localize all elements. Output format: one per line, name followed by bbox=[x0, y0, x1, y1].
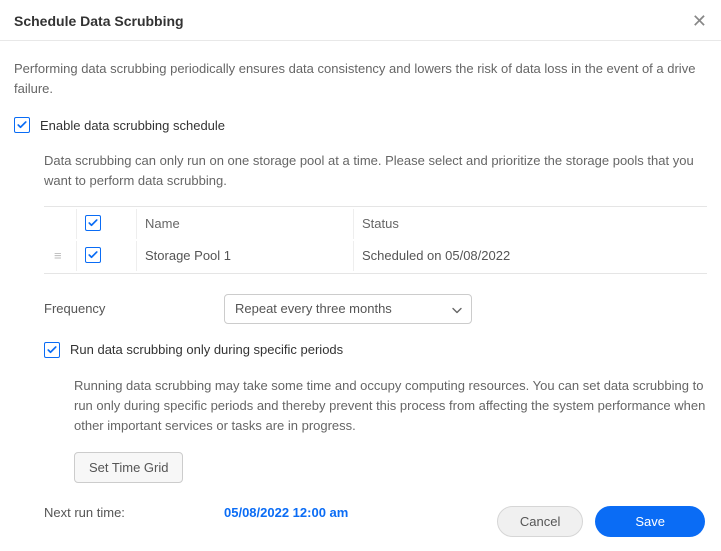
specific-description: Running data scrubbing may take some tim… bbox=[74, 376, 707, 436]
pool-description: Data scrubbing can only run on one stora… bbox=[44, 151, 707, 191]
specific-periods-checkbox[interactable] bbox=[44, 342, 60, 358]
frequency-select[interactable]: Repeat every three months bbox=[224, 294, 472, 324]
storage-pool-table: Name Status ≡ Storage Pool 1 Scheduled o… bbox=[44, 206, 707, 274]
row-status: Scheduled on 05/08/2022 bbox=[353, 241, 705, 271]
enable-schedule-row: Enable data scrubbing schedule bbox=[14, 117, 707, 133]
drag-handle-icon[interactable]: ≡ bbox=[54, 248, 62, 263]
frequency-select-wrapper[interactable]: Repeat every three months bbox=[224, 294, 472, 324]
col-handle-header bbox=[46, 209, 74, 239]
cancel-button[interactable]: Cancel bbox=[497, 506, 583, 537]
set-time-grid-button[interactable]: Set Time Grid bbox=[74, 452, 183, 483]
dialog-footer: Cancel Save bbox=[0, 494, 721, 551]
row-name: Storage Pool 1 bbox=[136, 241, 351, 271]
table-row[interactable]: ≡ Storage Pool 1 Scheduled on 05/08/2022 bbox=[46, 241, 705, 271]
row-checkbox[interactable] bbox=[85, 247, 101, 263]
enable-schedule-checkbox[interactable] bbox=[14, 117, 30, 133]
enable-section: Data scrubbing can only run on one stora… bbox=[14, 151, 707, 520]
frequency-row: Frequency Repeat every three months bbox=[44, 294, 707, 324]
select-all-checkbox[interactable] bbox=[85, 215, 101, 231]
specific-section: Running data scrubbing may take some tim… bbox=[44, 376, 707, 483]
dialog-title: Schedule Data Scrubbing bbox=[14, 13, 184, 29]
frequency-label: Frequency bbox=[44, 301, 224, 316]
enable-schedule-label: Enable data scrubbing schedule bbox=[40, 118, 225, 133]
frequency-value: Repeat every three months bbox=[235, 301, 392, 316]
col-check-header[interactable] bbox=[76, 209, 134, 239]
dialog-body: Performing data scrubbing periodically e… bbox=[0, 41, 721, 530]
save-button[interactable]: Save bbox=[595, 506, 705, 537]
specific-periods-label: Run data scrubbing only during specific … bbox=[70, 342, 343, 357]
col-status-header[interactable]: Status bbox=[353, 209, 705, 239]
dialog-header: Schedule Data Scrubbing ✕ bbox=[0, 0, 721, 41]
specific-periods-row: Run data scrubbing only during specific … bbox=[44, 342, 707, 358]
close-icon[interactable]: ✕ bbox=[692, 12, 707, 30]
col-name-header[interactable]: Name bbox=[136, 209, 351, 239]
intro-text: Performing data scrubbing periodically e… bbox=[14, 59, 707, 99]
